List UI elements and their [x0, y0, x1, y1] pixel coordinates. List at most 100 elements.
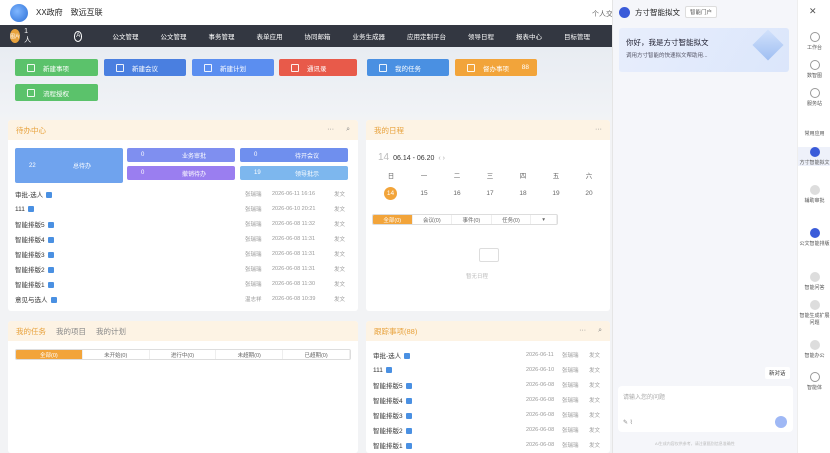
rail-item[interactable]: 数智图: [798, 60, 830, 79]
calendar-date[interactable]: 14: [384, 187, 397, 200]
follow-row[interactable]: 智能排版3 2026-06-08 张瑞瑞 发文: [373, 408, 605, 422]
rail-item[interactable]: 智能办公: [798, 340, 830, 359]
nav-item[interactable]: 协同邮箱: [304, 31, 330, 41]
row-title[interactable]: 111: [373, 367, 526, 374]
row-title[interactable]: 智能排版4: [15, 234, 245, 244]
calendar-date[interactable]: 16: [450, 187, 464, 200]
chat-input[interactable]: 请输入您的问题: [623, 392, 665, 401]
row-title[interactable]: 智能排版5: [15, 219, 245, 229]
task-filter[interactable]: 进行中(0): [150, 350, 217, 359]
quick-button[interactable]: 我的任务: [367, 59, 449, 76]
send-icon[interactable]: [775, 416, 787, 428]
rail-item[interactable]: 服务站: [798, 88, 830, 107]
quick-button[interactable]: 督办事项 88: [455, 59, 537, 76]
nav-item[interactable]: 表单应用: [256, 31, 282, 41]
row-title[interactable]: 审批-选人: [15, 189, 245, 199]
follow-row[interactable]: 审批-选人 2026-06-11 张瑞瑞 发文: [373, 348, 605, 362]
nav-item[interactable]: 业务生成器: [352, 31, 385, 41]
row-title[interactable]: 审批-选人: [373, 350, 526, 360]
row-title[interactable]: 智能排版1: [15, 279, 245, 289]
more-icon[interactable]: ···: [579, 327, 586, 335]
task-tab[interactable]: 我的任务: [16, 326, 46, 337]
search-icon[interactable]: ⌕: [598, 327, 602, 335]
nav-item[interactable]: 公文管理: [160, 31, 186, 41]
nav-item[interactable]: 目标管理: [564, 31, 590, 41]
quick-button[interactable]: 新建事项: [15, 59, 98, 76]
schedule-tab[interactable]: 会议(0): [413, 215, 453, 224]
rail-item[interactable]: 辅助审批: [798, 185, 830, 204]
nav-item[interactable]: 报表中心: [516, 31, 542, 41]
row-title[interactable]: 111: [15, 206, 245, 213]
row-title[interactable]: 智能排版2: [373, 425, 526, 435]
follow-row[interactable]: 智能排版2 2026-06-08 张瑞瑞 发文: [373, 423, 605, 437]
task-filter[interactable]: 已超期(0): [283, 350, 350, 359]
follow-row[interactable]: 智能排版5 2026-06-08 张瑞瑞 发文: [373, 378, 605, 392]
close-icon[interactable]: ✕: [809, 6, 817, 17]
calendar-date[interactable]: 15: [417, 187, 431, 200]
avatar[interactable]: 图片: [10, 29, 21, 43]
stat-card[interactable]: 0 撤销待办: [127, 166, 235, 180]
nav-item[interactable]: 公文管理: [112, 31, 138, 41]
row-title[interactable]: 智能排版2: [15, 264, 245, 274]
search-icon[interactable]: ⌕: [346, 126, 350, 134]
follow-row[interactable]: 智能排版4 2026-06-08 张瑞瑞 发文: [373, 393, 605, 407]
quick-button[interactable]: 新建计划: [192, 59, 274, 76]
rail-item[interactable]: 常用应用: [798, 130, 830, 137]
rail-item[interactable]: 方寸智能拟文: [798, 147, 830, 166]
follow-row[interactable]: 111 2026-06-10 张瑞瑞 发文: [373, 363, 605, 377]
schedule-tab[interactable]: 全部(0): [373, 215, 413, 224]
rail-item[interactable]: 智能问答: [798, 272, 830, 291]
calendar-date[interactable]: 17: [483, 187, 497, 200]
row-title[interactable]: 意见与选人: [15, 294, 245, 304]
schedule-tab[interactable]: 任务(0): [492, 215, 532, 224]
more-icon[interactable]: ···: [595, 126, 602, 133]
row-title[interactable]: 智能排版4: [373, 395, 526, 405]
task-filter[interactable]: 未开始(0): [83, 350, 150, 359]
todo-row[interactable]: 111 张瑞瑞 2026-06-10 20:21 发文: [15, 202, 350, 216]
quick-button[interactable]: 流程授权: [15, 84, 98, 101]
task-filter[interactable]: 未超期(0): [216, 350, 284, 359]
nav-item[interactable]: 应用定制平台: [407, 31, 446, 41]
todo-row[interactable]: 智能排版1 张瑞瑞 2026-06-08 11:30 发文: [15, 277, 350, 291]
new-chat-chip[interactable]: 新对话: [765, 367, 790, 379]
row-title[interactable]: 智能排版3: [373, 410, 526, 420]
row-title[interactable]: 智能排版5: [373, 380, 526, 390]
todo-row[interactable]: 智能排版4 张瑞瑞 2026-06-08 11:31 发文: [15, 232, 350, 246]
nav-user[interactable]: 1人: [24, 28, 32, 45]
chat-input-box[interactable]: 请输入您的问题 ✎ ⌇: [618, 386, 793, 432]
todo-row[interactable]: 意见与选人 温志祥 2026-06-08 10:39 发文: [15, 292, 350, 306]
todo-row[interactable]: 审批-选人 张瑞瑞 2026-06-11 16:16 发文: [15, 187, 350, 201]
quick-button[interactable]: 新建会议: [104, 59, 186, 76]
follow-row[interactable]: 智能排版1 2026-06-08 张瑞瑞 发文: [373, 438, 605, 452]
schedule-tab[interactable]: 事件(0): [452, 215, 492, 224]
stat-card[interactable]: 0 业务审批: [127, 148, 235, 162]
week-nav-icon[interactable]: ‹ ›: [438, 155, 445, 162]
tools-icon[interactable]: ✎ ⌇: [623, 419, 633, 426]
rail-item[interactable]: 智能体: [798, 372, 830, 391]
stat-card[interactable]: 22 总待办: [15, 148, 123, 183]
portal-button[interactable]: 智能门户: [685, 6, 718, 18]
nav-item[interactable]: 领导日程: [468, 31, 494, 41]
task-tab[interactable]: 我的项目: [56, 326, 86, 337]
task-filter[interactable]: 全部(0): [16, 350, 83, 359]
more-icon[interactable]: ···: [327, 126, 334, 134]
calendar-date[interactable]: 19: [549, 187, 563, 200]
rail-item[interactable]: 公文智能排版: [798, 228, 830, 247]
task-tab[interactable]: 我的计划: [96, 326, 126, 337]
todo-row[interactable]: 智能排版5 张瑞瑞 2026-06-08 11:32 发文: [15, 217, 350, 231]
stat-card[interactable]: 0 待开会议: [240, 148, 348, 162]
calendar-date[interactable]: 18: [516, 187, 530, 200]
todo-row[interactable]: 智能排版3 张瑞瑞 2026-06-08 11:31 发文: [15, 247, 350, 261]
user-chip[interactable]: 个人交: [592, 9, 613, 19]
rail-item[interactable]: 工作台: [798, 32, 830, 51]
row-title[interactable]: 智能排版3: [15, 249, 245, 259]
a-icon[interactable]: A: [73, 30, 83, 42]
nav-item[interactable]: 事务管理: [208, 31, 234, 41]
dropdown-icon[interactable]: ▾: [531, 215, 557, 224]
todo-row[interactable]: 智能排版2 张瑞瑞 2026-06-08 11:31 发文: [15, 262, 350, 276]
row-title[interactable]: 智能排版1: [373, 440, 526, 450]
calendar-date[interactable]: 20: [582, 187, 596, 200]
quick-button[interactable]: 通讯录: [279, 59, 357, 76]
rail-item[interactable]: 智能生成扩展问题: [798, 300, 830, 326]
stat-card[interactable]: 19 领导批示: [240, 166, 348, 180]
